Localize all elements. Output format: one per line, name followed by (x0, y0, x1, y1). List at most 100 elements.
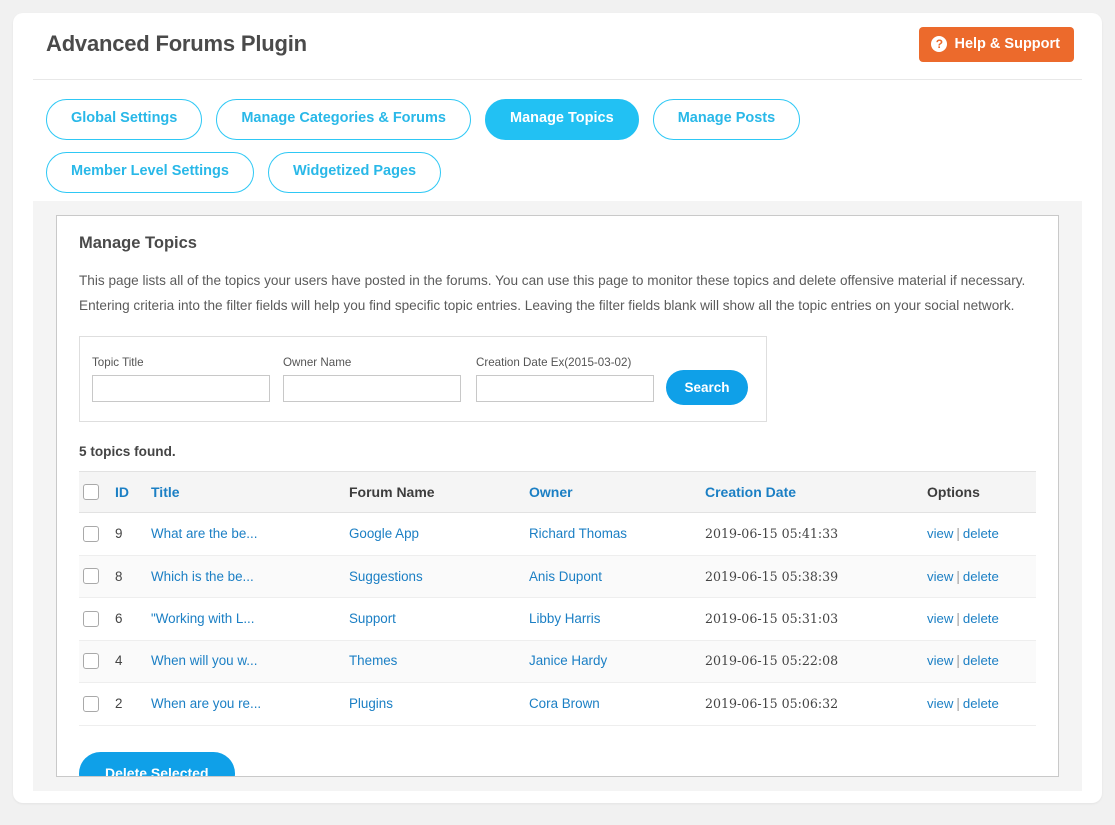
tab-member-level-settings[interactable]: Member Level Settings (46, 151, 254, 193)
cell-forum: Themes (345, 640, 525, 684)
cell-options: view | delete (923, 682, 1036, 726)
plugin-admin-page: Advanced Forums Plugin ? Help & Support … (0, 0, 1115, 825)
search-button[interactable]: Search (666, 370, 748, 406)
row-checkbox[interactable] (83, 610, 99, 627)
owner-link[interactable]: Libby Harris (529, 611, 600, 626)
topic-title-input[interactable] (92, 374, 270, 402)
cell-title: When are you re... (147, 682, 345, 726)
tab-manage-topics[interactable]: Manage Topics (485, 99, 639, 140)
delete-selected-button[interactable]: Delete Selected (79, 751, 235, 776)
view-link[interactable]: view (927, 653, 953, 668)
cell-forum: Plugins (345, 682, 525, 726)
cell-creation-date: 2019-06-15 05:22:08 (701, 640, 923, 684)
option-separator: | (956, 568, 960, 584)
delete-link[interactable]: delete (963, 653, 999, 668)
cell-options: view | delete (923, 555, 1036, 599)
tab-manage-posts[interactable]: Manage Posts (652, 99, 801, 140)
cell-owner: Richard Thomas (525, 512, 701, 556)
table-row: 6 "Working with L... Support Libby Harri… (79, 597, 1036, 641)
cell-forum: Google App (345, 512, 525, 556)
forum-name-link[interactable]: Themes (349, 653, 397, 668)
cell-id: 6 (111, 597, 147, 641)
cell-id: 9 (111, 512, 147, 556)
view-link[interactable]: view (927, 696, 953, 711)
cell-creation-date: 2019-06-15 05:41:33 (701, 512, 923, 556)
table-header-row: ID Title Forum Name Owner Creation Date … (79, 471, 1036, 514)
cell-creation-date: 2019-06-15 05:31:03 (701, 597, 923, 641)
row-checkbox[interactable] (83, 568, 99, 585)
panel-description-line-2: Entering criteria into the filter fields… (79, 298, 1015, 314)
nav-tabs: Global Settings Manage Categories & Foru… (46, 99, 1006, 193)
table-row: 4 When will you w... Themes Janice Hardy… (79, 640, 1036, 684)
cell-options: view | delete (923, 597, 1036, 641)
creation-date-label: Creation Date Ex(2015-03-02) (476, 356, 632, 370)
delete-link[interactable]: delete (963, 611, 999, 626)
tab-manage-categories-forums[interactable]: Manage Categories & Forums (216, 99, 472, 140)
topic-title-link[interactable]: When will you w... (151, 653, 257, 668)
topics-table-body: 9 What are the be... Google App Richard … (79, 512, 1036, 726)
row-select-cell (79, 512, 111, 556)
help-and-support-button[interactable]: ? Help & Support (919, 27, 1074, 62)
row-checkbox[interactable] (83, 653, 99, 670)
forum-name-link[interactable]: Google App (349, 526, 419, 541)
view-link[interactable]: view (927, 526, 953, 541)
column-header-owner[interactable]: Owner (525, 471, 701, 514)
row-select-cell (79, 682, 111, 726)
topic-title-link[interactable]: "Working with L... (151, 611, 254, 626)
panel-title: Manage Topics (79, 234, 197, 252)
cell-owner: Janice Hardy (525, 640, 701, 684)
column-header-forum-name: Forum Name (345, 471, 525, 514)
select-all-checkbox[interactable] (83, 484, 99, 501)
row-checkbox[interactable] (83, 695, 99, 712)
cell-id: 4 (111, 640, 147, 684)
cell-forum: Support (345, 597, 525, 641)
table-row: 9 What are the be... Google App Richard … (79, 512, 1036, 556)
view-link[interactable]: view (927, 611, 953, 626)
cell-id: 2 (111, 682, 147, 726)
tab-global-settings[interactable]: Global Settings (46, 99, 203, 140)
delete-link[interactable]: delete (963, 526, 999, 541)
forum-name-link[interactable]: Plugins (349, 696, 393, 711)
filter-form: Topic Title Owner Name Creation Date Ex(… (79, 336, 767, 423)
owner-link[interactable]: Anis Dupont (529, 569, 602, 584)
owner-name-field-group: Owner Name (283, 357, 461, 402)
creation-date-input[interactable] (476, 374, 654, 402)
cell-title: When will you w... (147, 640, 345, 684)
topic-title-link[interactable]: What are the be... (151, 526, 257, 541)
owner-link[interactable]: Cora Brown (529, 696, 600, 711)
column-header-creation-date[interactable]: Creation Date (701, 471, 923, 514)
option-separator: | (956, 695, 960, 711)
cell-options: view | delete (923, 512, 1036, 556)
content-strip: Manage Topics This page lists all of the… (33, 201, 1082, 791)
owner-link[interactable]: Richard Thomas (529, 526, 627, 541)
delete-link[interactable]: delete (963, 696, 999, 711)
cell-id: 8 (111, 555, 147, 599)
topic-title-field-group: Topic Title (92, 357, 270, 402)
tab-widgetized-pages[interactable]: Widgetized Pages (267, 151, 442, 193)
cell-creation-date: 2019-06-15 05:38:39 (701, 555, 923, 599)
view-link[interactable]: view (927, 569, 953, 584)
cell-owner: Cora Brown (525, 682, 701, 726)
table-row: 2 When are you re... Plugins Cora Brown … (79, 682, 1036, 726)
cell-owner: Libby Harris (525, 597, 701, 641)
owner-link[interactable]: Janice Hardy (529, 653, 607, 668)
owner-name-input[interactable] (283, 374, 461, 402)
forum-name-link[interactable]: Support (349, 611, 396, 626)
column-header-options: Options (923, 471, 1036, 514)
topic-title-link[interactable]: When are you re... (151, 696, 261, 711)
select-all-header (79, 471, 111, 514)
column-header-title[interactable]: Title (147, 471, 345, 514)
option-separator: | (956, 653, 960, 669)
page-header: Advanced Forums Plugin ? Help & Support (33, 13, 1082, 80)
topics-table-head: ID Title Forum Name Owner Creation Date … (79, 471, 1036, 514)
topic-title-link[interactable]: Which is the be... (151, 569, 254, 584)
results-count: 5 topics found. (79, 444, 176, 460)
delete-link[interactable]: delete (963, 569, 999, 584)
column-header-id[interactable]: ID (111, 471, 147, 514)
cell-owner: Anis Dupont (525, 555, 701, 599)
row-checkbox[interactable] (83, 525, 99, 542)
forum-name-link[interactable]: Suggestions (349, 569, 423, 584)
cell-title: "Working with L... (147, 597, 345, 641)
help-button-label: Help & Support (954, 35, 1060, 52)
panel-description-line-1: This page lists all of the topics your u… (79, 273, 1026, 288)
